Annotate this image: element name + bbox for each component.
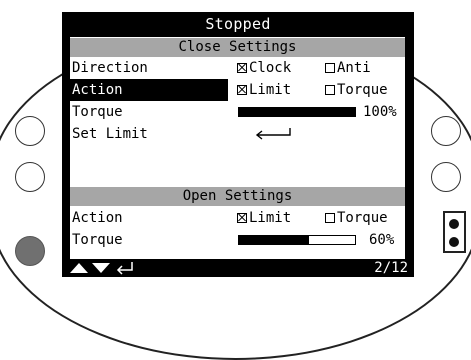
checkbox-checked-icon[interactable] [237,63,247,73]
close-torque-label: Torque [72,104,123,120]
open-torque-bar[interactable] [238,235,356,245]
direction-clock-option[interactable]: Clock [237,57,291,79]
close-torque-bar[interactable] [238,107,356,117]
indicator-panel [443,211,466,253]
set-limit-row[interactable]: Set Limit [70,123,405,145]
close-action-row[interactable]: Action Limit Torque [70,79,405,101]
settings-screen: Close Settings Direction Clock Anti Acti… [70,37,405,259]
close-settings-header: Close Settings [70,38,405,57]
side-button-middle-right[interactable] [431,162,461,192]
open-action-torque-option[interactable]: Torque [325,207,388,229]
enter-arrow-icon[interactable] [253,126,293,140]
checkbox-checked-icon[interactable] [237,85,247,95]
indicator-led-top [449,219,459,229]
open-torque-bar-fill [239,236,309,244]
open-torque-row[interactable]: Torque 60% [70,229,405,251]
side-button-top-left[interactable] [15,116,45,146]
close-torque-percent: 100% [363,104,397,120]
checkbox-unchecked-icon[interactable] [325,213,335,223]
page-indicator: 2/12 [374,260,408,276]
lcd-display: Stopped Close Settings Direction Clock A… [62,12,414,277]
up-arrow-icon[interactable] [70,263,88,273]
set-limit-label: Set Limit [72,126,148,142]
open-action-limit-option[interactable]: Limit [237,207,291,229]
close-torque-bar-fill [239,108,355,116]
close-action-torque-option[interactable]: Torque [325,79,388,101]
status-title: Stopped [205,15,271,33]
down-arrow-icon[interactable] [92,263,110,273]
close-action-limit-option[interactable]: Limit [237,79,291,101]
side-button-bottom-left[interactable] [15,236,45,266]
indicator-led-bottom [449,237,459,247]
open-action-row[interactable]: Action Limit Torque [70,207,405,229]
checkbox-checked-icon[interactable] [237,213,247,223]
enter-icon[interactable] [116,262,133,275]
side-button-top-right[interactable] [431,116,461,146]
navigation-bar: 2/12 [62,259,414,277]
open-action-label: Action [72,210,123,226]
direction-anti-option[interactable]: Anti [325,57,371,79]
open-settings-header: Open Settings [70,187,405,206]
close-direction-row[interactable]: Direction Clock Anti [70,57,405,79]
side-button-middle-left[interactable] [15,162,45,192]
checkbox-unchecked-icon[interactable] [325,85,335,95]
open-torque-percent: 60% [369,232,395,248]
checkbox-unchecked-icon[interactable] [325,63,335,73]
close-action-label: Action [70,79,228,101]
close-direction-label: Direction [72,60,148,76]
close-torque-row[interactable]: Torque 100% [70,101,405,123]
open-torque-label: Torque [72,232,123,248]
nav-icons [70,262,133,275]
